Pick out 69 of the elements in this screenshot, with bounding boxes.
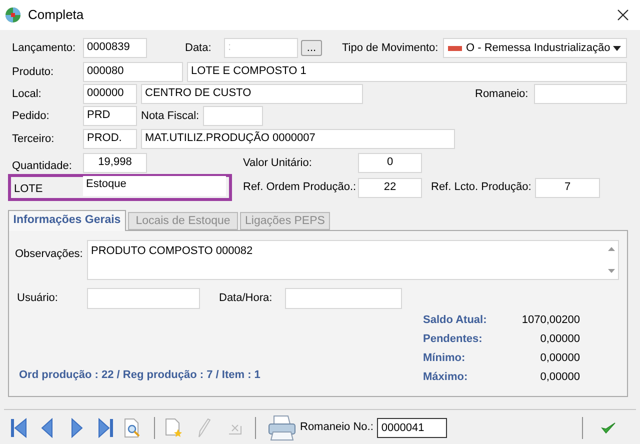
field-label: Terceiro: (12, 132, 56, 147)
field-label: Ref. Ordem Produção.: (243, 180, 358, 196)
field-label: Nota Fiscal: (141, 108, 200, 124)
previous-record-icon[interactable] (41, 418, 53, 438)
stat-value: 0,00000 (539, 351, 580, 366)
app-icon (5, 7, 21, 23)
field-label: Quantidade: (12, 159, 73, 173)
first-record-icon[interactable] (10, 418, 28, 438)
last-record-icon[interactable] (98, 418, 114, 438)
field-label: Local: (12, 86, 42, 102)
date-picker-button[interactable]: ... (301, 40, 322, 56)
input-field[interactable]: PRD (83, 106, 137, 126)
input-field[interactable]: 0 (358, 153, 422, 173)
stat-value: 0,00000 (539, 332, 580, 348)
input-field[interactable] (285, 288, 402, 309)
field-label: LOTE (14, 182, 44, 198)
toolbar-separator (582, 416, 583, 438)
stat-label: Pendentes: (423, 332, 484, 348)
field-label: Romaneio: (475, 86, 530, 102)
input-field[interactable]: Estoque (83, 176, 226, 196)
input-field[interactable] (203, 106, 263, 126)
field-label: Observações: (15, 247, 84, 262)
input-field[interactable] (87, 288, 200, 309)
printer-icon[interactable] (267, 414, 297, 440)
field-label: Valor Unitário: (243, 156, 313, 171)
flag-icon (448, 46, 462, 50)
movement-type-dropdown[interactable]: O - Remessa Industrialização (443, 38, 627, 58)
input-field[interactable]: 0000041 (377, 418, 448, 438)
input-field[interactable]: 22 (358, 178, 422, 198)
stat-value: 0,00000 (539, 370, 580, 386)
field-label: Data/Hora: (219, 291, 274, 306)
text-area[interactable]: PRODUTO COMPOSTO 000082 (87, 240, 619, 280)
field-label: Romaneio No.: (300, 420, 374, 436)
close-icon[interactable] (617, 9, 629, 21)
text-area-value: PRODUTO COMPOSTO 000082 (90, 244, 253, 259)
scroll-down-icon[interactable] (608, 269, 614, 273)
toolbar-separator (255, 416, 256, 438)
field-label: Usuário: (17, 291, 59, 306)
input-field[interactable]: CENTRO DE CUSTO (141, 84, 363, 104)
input-field[interactable]: LOTE E COMPOSTO 1 (187, 62, 627, 82)
dropdown-value: O - Remessa Industrialização (466, 40, 610, 56)
field-label: Ref. Lcto. Produção: (431, 180, 532, 196)
stat-label: Saldo Atual: (423, 313, 488, 328)
input-field[interactable]: 7 (535, 178, 600, 198)
tab[interactable]: Informações Gerais (8, 210, 126, 231)
new-document-icon[interactable] (165, 418, 183, 438)
field-label: Tipo de Movimento: (342, 40, 440, 56)
stat-label: Mínimo: (423, 351, 466, 366)
field-label: Produto: (12, 64, 55, 80)
input-field[interactable]: PROD. (83, 129, 137, 149)
input-field[interactable]: 0000839 (83, 38, 147, 58)
field-label: Data: (185, 40, 212, 56)
scroll-up-icon[interactable] (608, 247, 614, 251)
next-record-icon[interactable] (71, 418, 83, 438)
document-search-icon[interactable] (124, 418, 141, 438)
caret-icon (613, 46, 621, 50)
input-field[interactable] (534, 84, 627, 104)
input-field[interactable]: MAT.UTILIZ.PRODUÇÃO 0000007 (141, 129, 455, 149)
stat-value: 1070,00200 (520, 313, 580, 328)
stat-label: Máximo: (423, 370, 469, 386)
input-field[interactable]: 000000 (83, 84, 137, 104)
toolbar-separator (154, 416, 155, 438)
input-field[interactable]: 000080 (83, 62, 183, 82)
field-label: Pedido: (12, 108, 50, 124)
input-field[interactable]: 19,998 (83, 153, 147, 173)
window-title: Completa (28, 6, 84, 24)
confirm-check-icon[interactable] (601, 422, 616, 434)
production-summary: Ord produção : 22 / Reg produção : 7 / Item : 1 (19, 368, 260, 382)
field-label: Lançamento: (12, 40, 77, 56)
